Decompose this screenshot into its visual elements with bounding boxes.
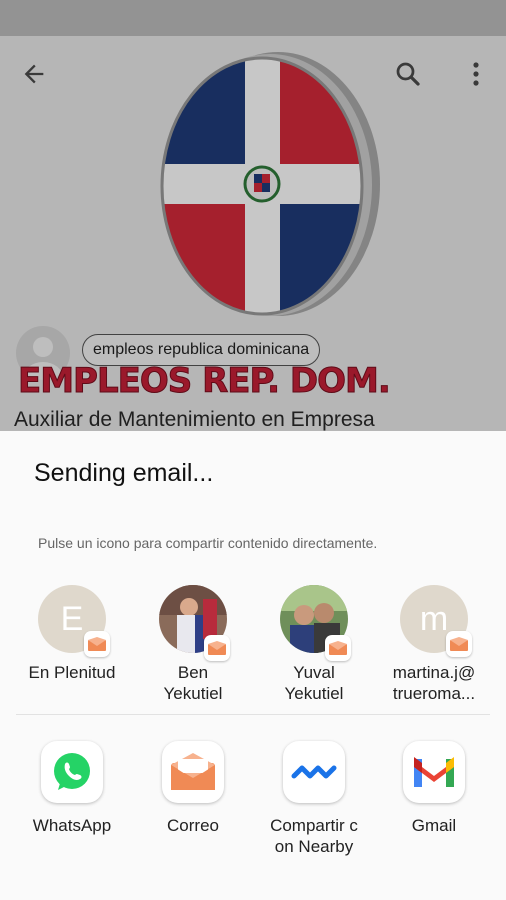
contact-label-line1: Ben	[177, 663, 209, 682]
app-item-gmail[interactable]: Gmail	[374, 741, 494, 836]
channel-name-label[interactable]: empleos republica dominicana	[82, 334, 321, 366]
contact-item-yuval-yekutiel[interactable]: Yuval Yekutiel	[254, 585, 374, 704]
contact-label: En Plenitud	[12, 662, 132, 683]
contact-avatar: E	[38, 585, 110, 657]
contact-label-line1: martina.j@	[392, 663, 476, 682]
app-label: Gmail	[374, 815, 494, 836]
video-background: EMPLEOS REP. DOM. empleos republica domi…	[0, 36, 506, 436]
app-item-correo[interactable]: Correo	[133, 741, 253, 836]
whatsapp-icon	[41, 741, 103, 803]
contact-label: martina.j@ trueroma...	[374, 662, 494, 704]
status-bar	[0, 0, 506, 36]
contact-label-line2: Yekutiel	[163, 684, 223, 703]
search-icon	[396, 62, 420, 86]
contact-label-line1: Yuval	[293, 663, 335, 682]
email-badge-icon	[446, 631, 472, 657]
contact-item-ben-yekutiel[interactable]: Ben Yekutiel	[133, 585, 253, 704]
avatar-letter: E	[60, 599, 84, 638]
contact-label-line2: Yekutiel	[284, 684, 344, 703]
channel-logo-text: EMPLEOS REP. DOM.	[18, 361, 392, 402]
app-label: Compartir c on Nearby	[254, 815, 374, 857]
app-item-nearby-share[interactable]: Compartir c on Nearby	[254, 741, 374, 857]
app-label: WhatsApp	[12, 815, 132, 836]
app-label-line1: Compartir c	[270, 816, 358, 835]
share-sheet-hint: Pulse un icono para compartir contenido …	[38, 535, 378, 551]
avatar-letter: m	[419, 599, 449, 638]
contact-item-martina[interactable]: m martina.j@ trueroma...	[374, 585, 494, 704]
email-badge-icon	[325, 635, 351, 661]
contact-label-line1: En Plenitud	[28, 663, 116, 682]
contact-label: Yuval Yekutiel	[254, 662, 374, 704]
email-badge-icon	[84, 631, 110, 657]
nearby-share-icon	[283, 741, 345, 803]
app-label-line2: on Nearby	[274, 837, 354, 856]
back-button[interactable]	[12, 52, 56, 96]
job-title[interactable]: Auxiliar de Mantenimiento en Empresa	[14, 408, 375, 432]
more-options-button[interactable]	[454, 52, 498, 96]
contact-label-line2: trueroma...	[392, 684, 476, 703]
share-sheet-divider	[16, 714, 490, 715]
app-label: Correo	[133, 815, 253, 836]
share-sheet: Sending email... Pulse un icono para com…	[0, 431, 506, 900]
contact-label: Ben Yekutiel	[133, 662, 253, 704]
app-label-line1: Correo	[167, 816, 219, 835]
gmail-icon	[403, 741, 465, 803]
share-sheet-title: Sending email...	[34, 459, 214, 487]
contact-avatar: m	[400, 585, 472, 657]
email-badge-icon	[204, 635, 230, 661]
search-button[interactable]	[386, 52, 430, 96]
email-envelope-icon	[162, 741, 224, 803]
more-vert-icon	[473, 62, 479, 86]
app-label-line1: WhatsApp	[32, 816, 112, 835]
app-item-whatsapp[interactable]: WhatsApp	[12, 741, 132, 836]
app-label-line1: Gmail	[411, 816, 457, 835]
contact-item-en-plenitud[interactable]: E En Plenitud	[12, 585, 132, 683]
flag-coin-image	[160, 52, 380, 316]
arrow-left-icon	[24, 64, 44, 84]
